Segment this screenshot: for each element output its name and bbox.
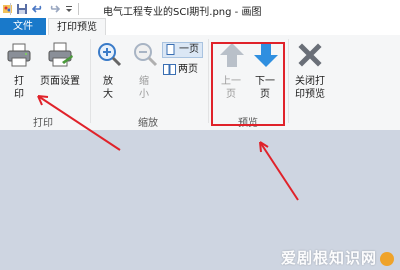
print-button[interactable]: 打 印 (4, 41, 34, 101)
close-icon (298, 43, 322, 67)
ribbon-tab-row: 文件 打印预览 (0, 18, 400, 36)
zoom-out-label: 缩 小 (139, 76, 149, 100)
group-divider (90, 39, 91, 123)
page-setup-icon (48, 42, 73, 67)
watermark-logo-icon (380, 251, 394, 266)
title-separator-2 (78, 3, 79, 15)
group-divider (208, 39, 209, 123)
print-button-label: 打 印 (14, 76, 24, 100)
zoom-out-icon (134, 43, 158, 67)
zoom-group-label: 缩放 (138, 118, 158, 129)
zoom-in-label: 放 大 (103, 76, 113, 100)
watermark: 爱剧根知识网 (281, 247, 394, 268)
one-page-icon (166, 43, 175, 55)
preview-canvas-area: 爱剧根知识网 (0, 130, 400, 270)
title-bar: 电气工程专业的SCI期刊.png - 画图 (0, 0, 400, 18)
watermark-text: 爱剧根知识网 (280, 249, 377, 267)
redo-icon[interactable] (48, 3, 60, 15)
save-icon[interactable] (16, 3, 28, 15)
paint-app-icon (3, 5, 12, 13)
page-setup-label: 页面设置 (40, 76, 80, 87)
ribbon: 打 印 页面设置 打印 放 大 缩 小 一页 两页 缩放 上一 页 下一 页 预… (0, 35, 400, 131)
one-page-label: 一页 (179, 44, 199, 55)
two-page-button[interactable]: 两页 (163, 63, 198, 77)
tab-print-preview[interactable]: 打印预览 (48, 18, 106, 35)
zoom-out-button[interactable]: 缩 小 (131, 41, 158, 101)
two-page-icon (163, 63, 176, 75)
close-print-preview-label: 关闭打 印预览 (295, 76, 325, 100)
close-print-preview-button[interactable]: 关闭打 印预览 (292, 41, 328, 101)
group-divider (288, 39, 289, 123)
print-group-label: 打印 (33, 118, 53, 129)
page-setup-button[interactable]: 页面设置 (38, 41, 82, 88)
one-page-button[interactable]: 一页 (162, 42, 203, 58)
tab-file[interactable]: 文件 (0, 18, 46, 35)
undo-icon[interactable] (32, 3, 44, 15)
customize-dropdown-icon[interactable] (63, 3, 75, 15)
zoom-in-button[interactable]: 放 大 (95, 41, 122, 101)
window-title: 电气工程专业的SCI期刊.png - 画图 (103, 7, 262, 18)
title-separator (10, 3, 11, 15)
two-page-label: 两页 (178, 64, 198, 75)
printer-icon (7, 43, 31, 67)
zoom-in-icon (98, 43, 122, 67)
preview-highlight-box (211, 42, 285, 126)
